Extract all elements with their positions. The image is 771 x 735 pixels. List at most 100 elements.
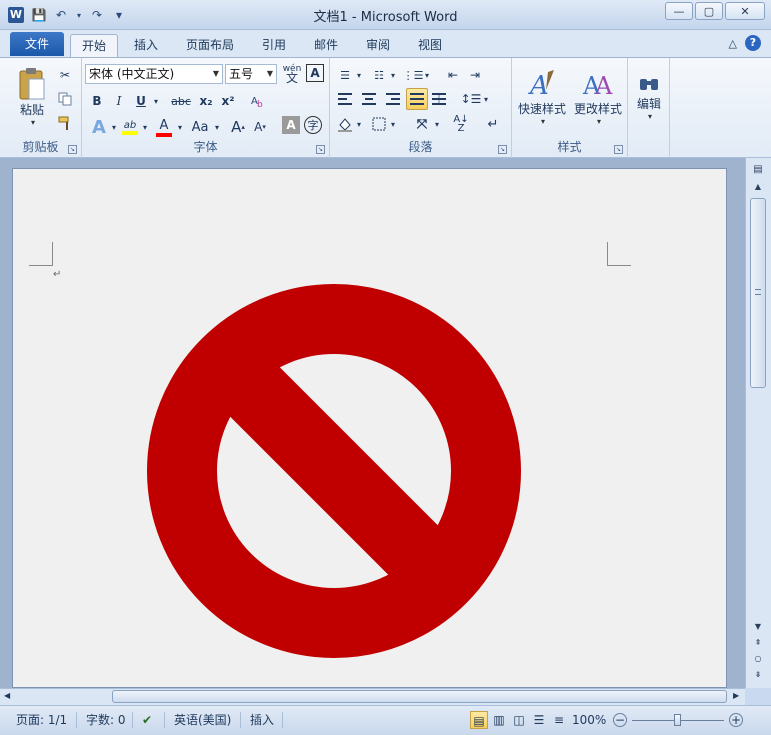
scroll-left-icon[interactable]: ◀ (4, 691, 10, 700)
borders-dropdown-icon[interactable]: ▾ (389, 115, 397, 133)
insert-mode-indicator[interactable]: 插入 (250, 711, 274, 729)
zoom-out-icon[interactable]: − (613, 713, 627, 727)
paste-button[interactable]: 粘贴 ▾ (10, 62, 54, 132)
subscript-button[interactable]: x₂ (196, 91, 216, 111)
tab-references[interactable]: 引用 (254, 34, 294, 57)
font-name-combo[interactable]: 宋体 (中文正文) ▼ (85, 64, 223, 84)
tab-file[interactable]: 文件 (10, 32, 64, 56)
numbering-button[interactable]: ☷ (370, 66, 388, 84)
grow-font-button[interactable]: A ▴ (228, 116, 248, 138)
help-icon[interactable]: ? (745, 35, 761, 51)
maximize-button[interactable]: ▢ (695, 2, 723, 20)
highlight-color-button[interactable]: ab (120, 116, 140, 138)
borders-button[interactable] (370, 115, 388, 133)
full-screen-reading-icon[interactable]: ▥ (490, 711, 508, 729)
scroll-up-icon[interactable]: ▲ (750, 182, 766, 196)
character-shading-button[interactable]: A (282, 116, 300, 134)
increase-indent-button[interactable]: ⇥ (466, 66, 484, 84)
word-count[interactable]: 字数: 0 (86, 711, 126, 729)
strikethrough-button[interactable]: abc (168, 91, 194, 111)
page-count[interactable]: 页面: 1/1 (16, 711, 67, 729)
zoom-level[interactable]: 100% (572, 711, 606, 729)
font-color-button[interactable]: A (154, 116, 174, 138)
change-case-button[interactable]: Aa (188, 116, 212, 138)
tab-home[interactable]: 开始 (70, 34, 118, 57)
previous-page-icon[interactable]: ⇞ (750, 638, 766, 652)
underline-button[interactable]: U (132, 91, 150, 111)
horizontal-scrollbar[interactable]: ◀ ▶ (0, 688, 745, 705)
change-styles-dropdown-icon[interactable]: ▾ (597, 117, 601, 126)
bold-button[interactable]: B (88, 91, 106, 111)
character-border-button[interactable]: A (306, 64, 324, 82)
tab-mailings[interactable]: 邮件 (306, 34, 346, 57)
styles-launcher-icon[interactable]: ↘ (614, 145, 623, 154)
zoom-in-icon[interactable]: + (729, 713, 743, 727)
draft-view-icon[interactable]: ≡ (550, 711, 568, 729)
cut-icon[interactable]: ✂ (56, 66, 74, 84)
text-effects-dropdown-icon[interactable]: ▾ (109, 116, 119, 138)
text-effects-button[interactable]: A (88, 116, 110, 138)
shrink-font-button[interactable]: A ▾ (250, 116, 270, 138)
horizontal-scroll-thumb[interactable] (112, 690, 727, 703)
line-spacing-button[interactable]: ↕☰ (461, 90, 482, 108)
shading-button[interactable] (336, 115, 354, 133)
numbering-dropdown-icon[interactable]: ▾ (389, 66, 397, 84)
align-left-button[interactable] (336, 90, 354, 108)
format-painter-icon[interactable] (56, 114, 74, 132)
enclose-characters-button[interactable]: 字 (304, 116, 322, 134)
tab-view[interactable]: 视图 (410, 34, 450, 57)
next-page-icon[interactable]: ⇟ (750, 670, 766, 684)
multilevel-dropdown-icon[interactable]: ▾ (423, 66, 431, 84)
align-center-button[interactable] (360, 90, 378, 108)
quick-styles-dropdown-icon[interactable]: ▾ (541, 117, 545, 126)
sort-button[interactable]: A↓ Z (452, 115, 470, 134)
close-button[interactable]: ✕ (725, 2, 765, 20)
outline-view-icon[interactable]: ☰ (530, 711, 548, 729)
vertical-scrollbar[interactable]: ▤ ▲ ▼ ⇞ ○ ⇟ (745, 158, 771, 688)
line-spacing-dropdown-icon[interactable]: ▾ (482, 90, 490, 108)
tab-review[interactable]: 审阅 (358, 34, 398, 57)
language-indicator[interactable]: 英语(美国) (174, 711, 231, 729)
italic-button[interactable]: I (110, 91, 128, 111)
document-page[interactable]: ↵ (12, 168, 727, 688)
prohibition-sign-image[interactable] (146, 283, 522, 659)
phonetic-guide-button[interactable]: wén 文 (282, 64, 302, 85)
paragraph-launcher-icon[interactable]: ↘ (498, 145, 507, 154)
multilevel-list-button[interactable]: ⋮☰ (403, 66, 424, 84)
proofing-icon[interactable]: ✔ (142, 711, 152, 729)
font-name-dropdown-icon[interactable]: ▼ (213, 65, 219, 83)
scroll-right-icon[interactable]: ▶ (733, 691, 739, 700)
quick-styles-button[interactable]: A 快速样式 ▾ (516, 62, 568, 132)
tab-insert[interactable]: 插入 (126, 34, 166, 57)
font-color-dropdown-icon[interactable]: ▾ (175, 116, 185, 138)
scroll-down-icon[interactable]: ▼ (750, 622, 766, 636)
justify-button[interactable] (406, 88, 428, 110)
decrease-indent-button[interactable]: ⇤ (444, 66, 462, 84)
chinese-layout-button[interactable]: ⤧ (412, 115, 432, 133)
chinese-layout-dropdown-icon[interactable]: ▾ (433, 115, 441, 133)
change-case-dropdown-icon[interactable]: ▾ (212, 116, 222, 138)
minimize-ribbon-icon[interactable]: △ (729, 37, 737, 50)
editing-dropdown-icon[interactable]: ▾ (648, 112, 652, 121)
clipboard-launcher-icon[interactable]: ↘ (68, 145, 77, 154)
align-right-button[interactable] (384, 90, 402, 108)
ruler-toggle-icon[interactable]: ▤ (750, 164, 766, 178)
font-launcher-icon[interactable]: ↘ (316, 145, 325, 154)
print-layout-view-icon[interactable]: ▤ (470, 711, 488, 729)
editing-button[interactable]: 编辑 ▾ (632, 62, 666, 132)
font-size-dropdown-icon[interactable]: ▼ (267, 65, 273, 83)
minimize-button[interactable]: — (665, 2, 693, 20)
underline-dropdown-icon[interactable]: ▾ (151, 91, 161, 111)
bullets-button[interactable]: ☰ (336, 66, 354, 84)
select-browse-object-icon[interactable]: ○ (750, 654, 766, 668)
clear-formatting-icon[interactable]: Ab (248, 91, 268, 111)
show-formatting-marks-button[interactable]: ↵ (484, 115, 502, 133)
superscript-button[interactable]: x² (218, 91, 238, 111)
font-size-combo[interactable]: 五号 ▼ (225, 64, 277, 84)
paste-dropdown-icon[interactable]: ▾ (31, 118, 35, 127)
shading-dropdown-icon[interactable]: ▾ (355, 115, 363, 133)
distributed-button[interactable] (430, 90, 448, 108)
web-layout-icon[interactable]: ◫ (510, 711, 528, 729)
change-styles-button[interactable]: A A 更改样式 ▾ (570, 62, 626, 132)
copy-icon[interactable] (56, 90, 74, 108)
